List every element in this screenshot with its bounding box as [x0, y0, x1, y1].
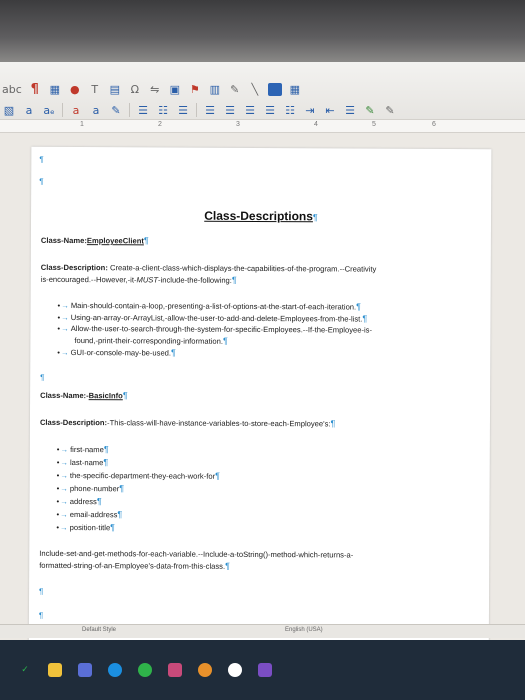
pen-icon[interactable]: ✎	[363, 102, 377, 118]
table-icon[interactable]: ▦	[48, 81, 62, 97]
line-spacing-icon[interactable]: ☷	[283, 102, 297, 118]
browser-icon[interactable]	[198, 663, 212, 677]
text-box-icon[interactable]: T	[88, 81, 102, 97]
abc-spellcheck-icon[interactable]: abc	[2, 81, 22, 97]
section2-footer-line1: Include-set-and-get-methods-for-each-var…	[39, 548, 354, 560]
toolbar-separator	[196, 103, 197, 117]
ruler-number: 4	[314, 121, 318, 128]
outline-list-icon[interactable]: ☰	[176, 102, 190, 118]
edge-icon[interactable]	[108, 663, 122, 677]
increase-indent-icon[interactable]: ⇥	[303, 102, 317, 118]
checkmark-icon[interactable]: ✓	[18, 663, 32, 677]
formatting-marks-icon[interactable]: ¶	[28, 81, 42, 97]
toolbar-row-2: ▧ a aₑ a a ✎ ☰ ☷ ☰ ☰ ☰ ☰ ☰ ☷ ⇥ ⇤ ☰ ✎ ✎	[0, 99, 525, 121]
subscript-icon[interactable]: aₑ	[42, 102, 56, 118]
ruler-number: 3	[236, 121, 240, 128]
decrease-indent-icon[interactable]: ⇤	[323, 102, 337, 118]
paragraph-mark: ¶	[39, 154, 44, 164]
hyperlink-icon[interactable]: ⇋	[148, 81, 162, 97]
office-icon[interactable]	[258, 663, 272, 677]
bullet-list-icon[interactable]: ☰	[136, 102, 150, 118]
special-character-icon[interactable]: Ω	[128, 81, 142, 97]
align-left-icon[interactable]: ☰	[203, 102, 217, 118]
insert-field-icon[interactable]: ▤	[108, 81, 122, 97]
shapes-icon[interactable]	[267, 82, 282, 96]
teams-icon[interactable]	[78, 663, 92, 677]
paragraph-mark: ¶	[39, 176, 44, 186]
list-item: •→ last-name¶	[56, 457, 109, 468]
cross-reference-icon[interactable]: ▥	[208, 81, 222, 97]
section1-description-line2: is-encouraged.--However,-it-MUST-include…	[40, 274, 237, 285]
paragraph-spacing-icon[interactable]: ☰	[343, 102, 357, 118]
list-item: •→ Allow-the-user-to-search-through-the-s…	[57, 323, 373, 335]
status-language[interactable]: English (USA)	[285, 627, 323, 633]
section2-footer-line2: formatted-string-of-an-Employee's-data-f…	[39, 560, 230, 571]
section1-class-name: Class-Name:EmployeeClient¶	[40, 235, 149, 246]
toolbar-separator	[129, 103, 130, 117]
highlight-color-icon[interactable]: a	[89, 102, 103, 118]
photo-dark-top-area	[0, 0, 525, 62]
section2-description: Class-Description:-This-class-will-have-…	[39, 417, 336, 429]
file-explorer-icon[interactable]	[48, 663, 62, 677]
insert-image-icon[interactable]: ▧	[2, 102, 16, 118]
section1-description-line1: Class-Description: Create-a-client-class…	[40, 262, 377, 274]
toolbar-separator	[62, 103, 63, 117]
list-item: •→ position-title¶	[56, 522, 116, 533]
list-item: •→ GUI-or-console-may-be-used.¶	[57, 347, 176, 358]
status-bar: Default Style English (USA)	[0, 624, 525, 638]
circle-app-icon[interactable]	[228, 663, 242, 677]
list-item: •→ first-name¶	[56, 444, 109, 455]
ruler-number: 2	[158, 121, 162, 128]
paragraph-mark: ¶	[38, 610, 44, 620]
paragraph-mark: ¶	[39, 586, 44, 596]
list-item: •→ Main-should-contain-a-loop,-presenting…	[57, 300, 362, 312]
footnote-icon[interactable]: ▣	[168, 81, 182, 97]
document-page[interactable]: ¶ ¶ Class-Descriptions¶ Class-Name:Emplo…	[28, 146, 492, 682]
list-item: •→ address¶	[56, 496, 102, 507]
pen-gray-icon[interactable]: ✎	[383, 102, 397, 118]
toolbar-row-1: abc ¶ ▦ ● T ▤ Ω ⇋ ▣ ⚑ ▥ ✎ ╲ ▦	[0, 78, 525, 100]
align-right-icon[interactable]: ☰	[243, 102, 257, 118]
ruler-number: 1	[80, 121, 84, 128]
app-icon[interactable]	[168, 663, 182, 677]
bookmark-icon[interactable]: ⚑	[188, 81, 202, 97]
list-item: •→ email-address¶	[56, 509, 123, 520]
ruler-number: 6	[432, 121, 436, 128]
comment-icon[interactable]: ✎	[228, 81, 242, 97]
justify-icon[interactable]: ☰	[263, 102, 277, 118]
superscript-icon[interactable]: a	[22, 102, 36, 118]
color-circle-icon[interactable]: ●	[68, 81, 82, 97]
list-item-continuation: found,-print-their-corresponding-informa…	[74, 335, 228, 346]
taskbar: ✓	[0, 640, 525, 700]
list-item: •→ the-specific-department-they-each-work…	[56, 470, 220, 481]
spotify-icon[interactable]	[138, 663, 152, 677]
numbered-list-icon[interactable]: ☷	[156, 102, 170, 118]
section2-class-name: Class-Name:-BasicInfo¶	[40, 390, 128, 401]
list-item: •→ Using-an-array-or-ArrayList,-allow-the…	[57, 312, 368, 324]
highlighter-icon[interactable]: ✎	[109, 102, 123, 118]
document-title: Class-Descriptions¶	[204, 208, 318, 224]
status-style[interactable]: Default Style	[82, 627, 116, 633]
font-color-icon[interactable]: a	[69, 102, 83, 118]
paragraph-mark: ¶	[40, 372, 45, 382]
list-item: •→ phone-number¶	[56, 483, 125, 494]
align-center-icon[interactable]: ☰	[223, 102, 237, 118]
grid-icon[interactable]: ▦	[288, 81, 302, 97]
ruler-number: 5	[372, 121, 376, 128]
ruler: 1 2 3 4 5 6	[0, 119, 525, 133]
draw-line-icon[interactable]: ╲	[248, 81, 262, 97]
